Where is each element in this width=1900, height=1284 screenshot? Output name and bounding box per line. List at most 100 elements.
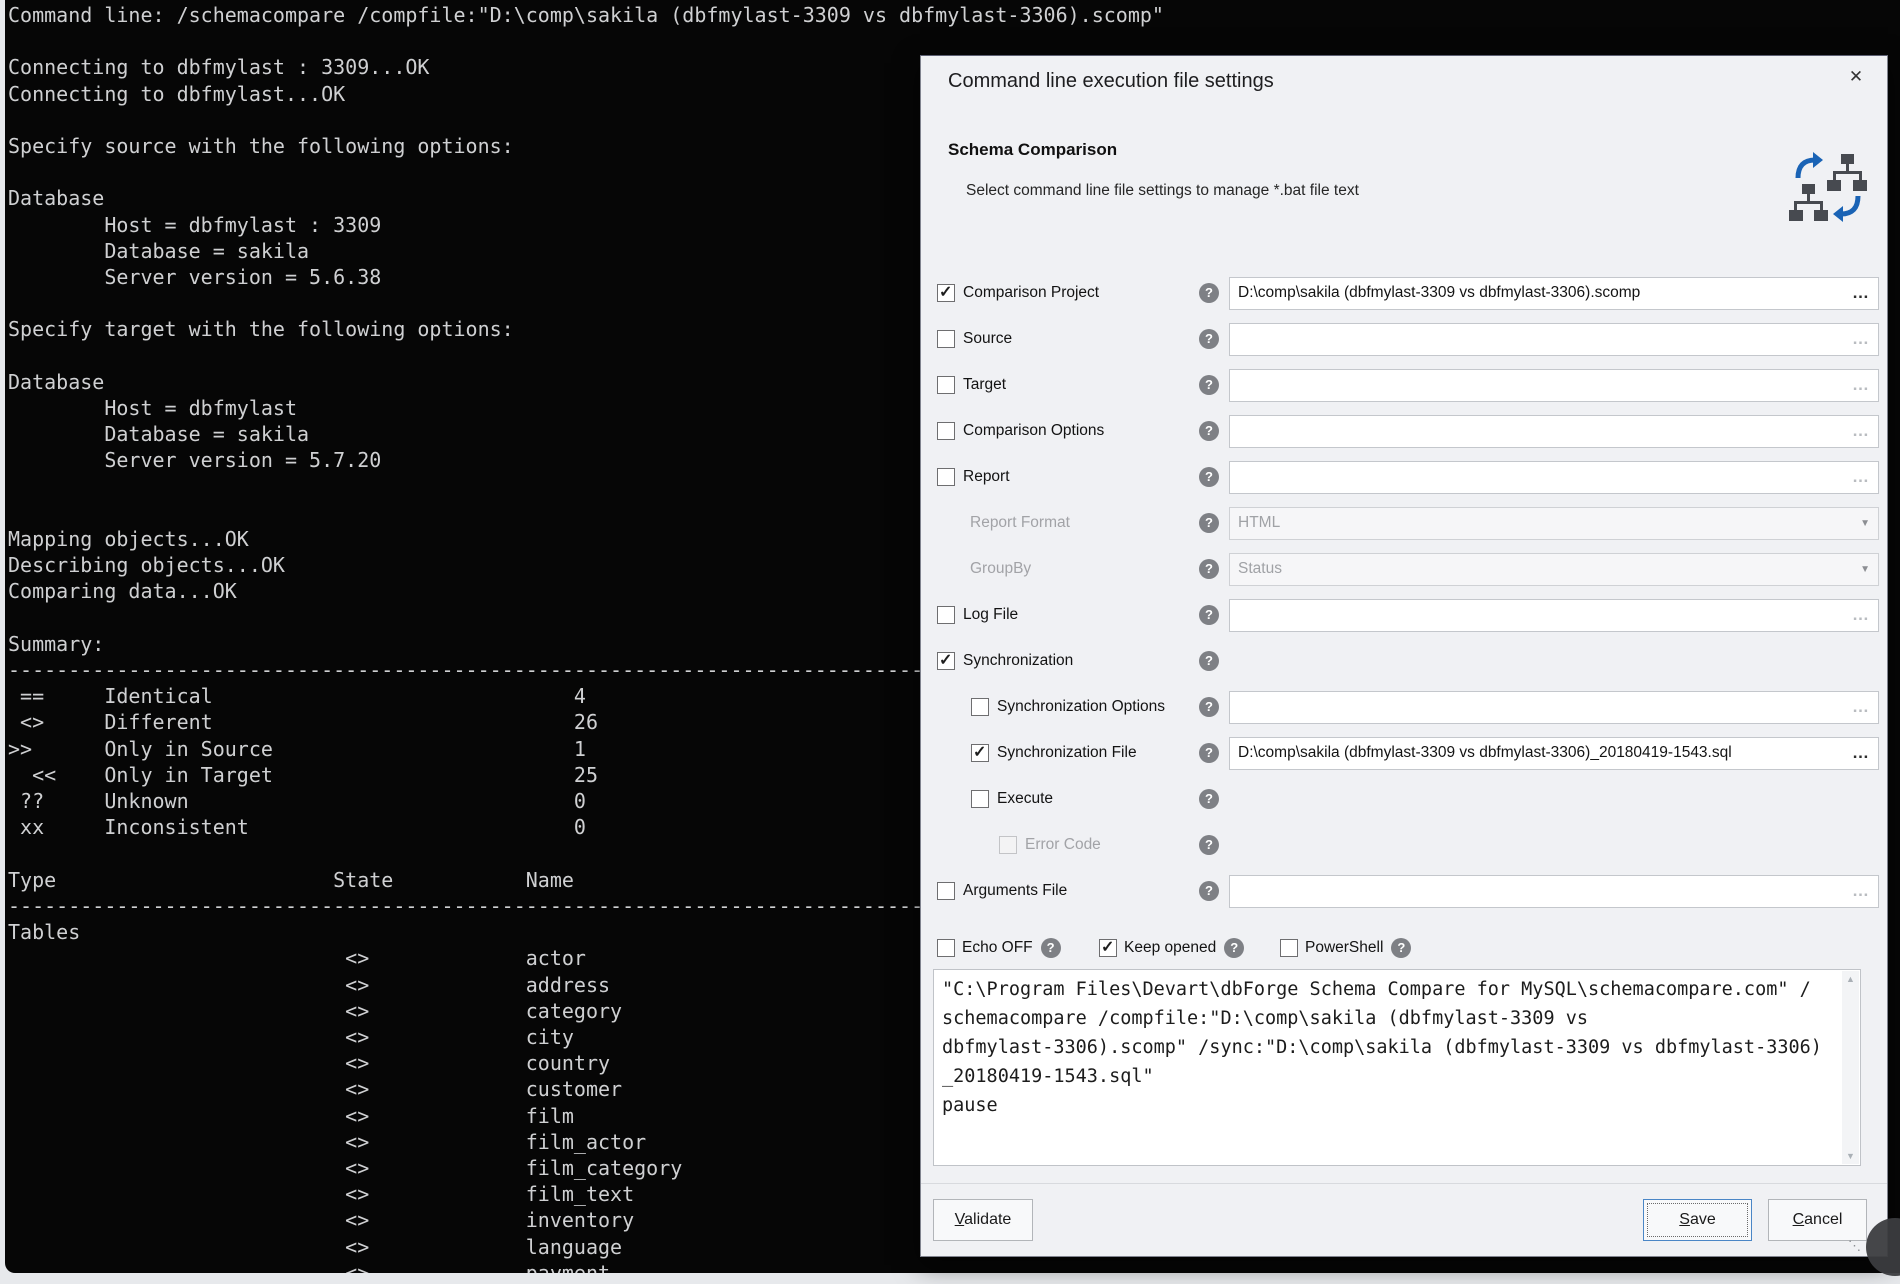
echo-off-help-icon[interactable]: ? xyxy=(1041,938,1061,958)
powershell-checkbox[interactable] xyxy=(1280,939,1298,957)
keep-opened-checkbox[interactable] xyxy=(1099,939,1117,957)
setting-row-comparison-project: Comparison Project?D:\comp\sakila (dbfmy… xyxy=(937,270,1871,316)
synchronization-file-checkbox[interactable] xyxy=(971,744,989,762)
execute-label: Execute xyxy=(997,790,1053,808)
comparison-options-help-icon[interactable]: ? xyxy=(1199,421,1219,441)
error-code-checkbox[interactable] xyxy=(999,836,1017,854)
synchronization-file-field-area: D:\comp\sakila (dbfmylast-3309 vs dbfmyl… xyxy=(1229,737,1879,770)
bat-text-box[interactable]: "C:\Program Files\Devart\dbForge Schema … xyxy=(933,969,1861,1166)
synchronization-file-label-area: Synchronization File xyxy=(937,744,1199,762)
arguments-file-browse-button: … xyxy=(1852,881,1870,901)
arguments-file-input[interactable]: … xyxy=(1229,875,1879,908)
option-echo-off: Echo OFF? xyxy=(937,931,1061,965)
report-format-dropdown-arrow-icon[interactable]: ▼ xyxy=(1860,518,1870,529)
comparison-project-input[interactable]: D:\comp\sakila (dbfmylast-3309 vs dbfmyl… xyxy=(1229,277,1879,310)
synchronization-options-label-area: Synchronization Options xyxy=(937,698,1199,716)
source-label: Source xyxy=(963,330,1012,348)
report-format-field-area: HTML▼ xyxy=(1229,507,1879,540)
option-keep-opened: Keep opened? xyxy=(1099,931,1244,965)
source-input[interactable]: … xyxy=(1229,323,1879,356)
validate-button[interactable]: Validate xyxy=(933,1199,1033,1241)
arguments-file-field-area: … xyxy=(1229,875,1879,908)
setting-row-source: Source?… xyxy=(937,316,1871,362)
synchronization-options-help-icon[interactable]: ? xyxy=(1199,697,1219,717)
log-file-checkbox[interactable] xyxy=(937,606,955,624)
target-label-area: Target xyxy=(937,376,1199,394)
synchronization-options-input[interactable]: … xyxy=(1229,691,1879,724)
execute-checkbox[interactable] xyxy=(971,790,989,808)
target-label: Target xyxy=(963,376,1006,394)
log-file-input[interactable]: … xyxy=(1229,599,1879,632)
save-button[interactable]: Save xyxy=(1643,1199,1752,1241)
source-help-icon[interactable]: ? xyxy=(1199,329,1219,349)
arguments-file-label: Arguments File xyxy=(963,882,1067,900)
report-format-value: HTML xyxy=(1238,514,1860,532)
setting-row-groupby: GroupBy? Status▼ xyxy=(937,546,1871,592)
report-checkbox[interactable] xyxy=(937,468,955,486)
report-format-dropdown[interactable]: HTML▼ xyxy=(1229,507,1879,540)
keep-opened-label: Keep opened xyxy=(1124,939,1216,957)
groupby-dropdown[interactable]: Status▼ xyxy=(1229,553,1879,586)
synchronization-file-input[interactable]: D:\comp\sakila (dbfmylast-3309 vs dbfmyl… xyxy=(1229,737,1879,770)
error-code-help-icon[interactable]: ? xyxy=(1199,835,1219,855)
scroll-up-icon[interactable]: ▲ xyxy=(1842,971,1859,987)
report-help-icon[interactable]: ? xyxy=(1199,467,1219,487)
report-format-help-icon[interactable]: ? xyxy=(1199,513,1219,533)
bat-text: "C:\Program Files\Devart\dbForge Schema … xyxy=(934,970,1860,1125)
setting-row-synchronization-file: Synchronization File?D:\comp\sakila (dbf… xyxy=(937,730,1871,776)
execute-help-icon[interactable]: ? xyxy=(1199,789,1219,809)
comparison-options-browse-button: … xyxy=(1852,421,1870,441)
target-input[interactable]: … xyxy=(1229,369,1879,402)
synchronization-checkbox[interactable] xyxy=(937,652,955,670)
resize-grip[interactable]: ⋱ xyxy=(1848,1238,1861,1254)
save-button-label: Save xyxy=(1679,1211,1715,1229)
execute-label-area: Execute xyxy=(937,790,1199,808)
schema-comparison-heading: Schema Comparison xyxy=(948,140,1117,160)
scroll-down-icon[interactable]: ▼ xyxy=(1842,1148,1859,1164)
echo-off-checkbox[interactable] xyxy=(937,939,955,957)
log-file-label-area: Log File xyxy=(937,606,1199,624)
synchronization-options-checkbox[interactable] xyxy=(971,698,989,716)
close-icon[interactable]: ✕ xyxy=(1843,64,1869,90)
arguments-file-help-icon[interactable]: ? xyxy=(1199,881,1219,901)
groupby-dropdown-arrow-icon[interactable]: ▼ xyxy=(1860,564,1870,575)
source-checkbox[interactable] xyxy=(937,330,955,348)
report-label: Report xyxy=(963,468,1010,486)
target-browse-button: … xyxy=(1852,375,1870,395)
comparison-project-browse-button[interactable]: … xyxy=(1852,283,1870,303)
powershell-label: PowerShell xyxy=(1305,939,1383,957)
log-file-help-icon[interactable]: ? xyxy=(1199,605,1219,625)
comparison-options-checkbox[interactable] xyxy=(937,422,955,440)
comparison-options-field-area: … xyxy=(1229,415,1879,448)
validate-button-label: Validate xyxy=(955,1211,1012,1229)
synchronization-options-label: Synchronization Options xyxy=(997,698,1165,716)
setting-row-report: Report?… xyxy=(937,454,1871,500)
cancel-button[interactable]: Cancel xyxy=(1768,1199,1867,1241)
comparison-project-checkbox[interactable] xyxy=(937,284,955,302)
setting-row-arguments-file: Arguments File? … xyxy=(937,868,1871,914)
report-format-label-area: Report Format xyxy=(937,514,1199,532)
report-input[interactable]: … xyxy=(1229,461,1879,494)
report-format-label: Report Format xyxy=(970,514,1070,532)
synchronization-label-area: Synchronization xyxy=(937,652,1199,670)
dialog-footer: Validate Save Cancel xyxy=(921,1183,1887,1256)
target-help-icon[interactable]: ? xyxy=(1199,375,1219,395)
log-file-field-area: … xyxy=(1229,599,1879,632)
powershell-help-icon[interactable]: ? xyxy=(1391,938,1411,958)
setting-row-log-file: Log File?… xyxy=(937,592,1871,638)
synchronization-file-browse-button[interactable]: … xyxy=(1852,743,1870,763)
comparison-project-label: Comparison Project xyxy=(963,284,1099,302)
synchronization-file-help-icon[interactable]: ? xyxy=(1199,743,1219,763)
synchronization-help-icon[interactable]: ? xyxy=(1199,651,1219,671)
groupby-value: Status xyxy=(1238,560,1860,578)
dialog-subtitle: Select command line file settings to man… xyxy=(966,182,1359,200)
setting-row-execute: Execute? xyxy=(937,776,1871,822)
target-checkbox[interactable] xyxy=(937,376,955,394)
arguments-file-checkbox[interactable] xyxy=(937,882,955,900)
keep-opened-help-icon[interactable]: ? xyxy=(1224,938,1244,958)
bat-text-scrollbar[interactable]: ▲ ▼ xyxy=(1842,971,1859,1164)
comparison-project-help-icon[interactable]: ? xyxy=(1199,283,1219,303)
groupby-help-icon[interactable]: ? xyxy=(1199,559,1219,579)
groupby-label-area: GroupBy xyxy=(937,560,1199,578)
comparison-options-input[interactable]: … xyxy=(1229,415,1879,448)
